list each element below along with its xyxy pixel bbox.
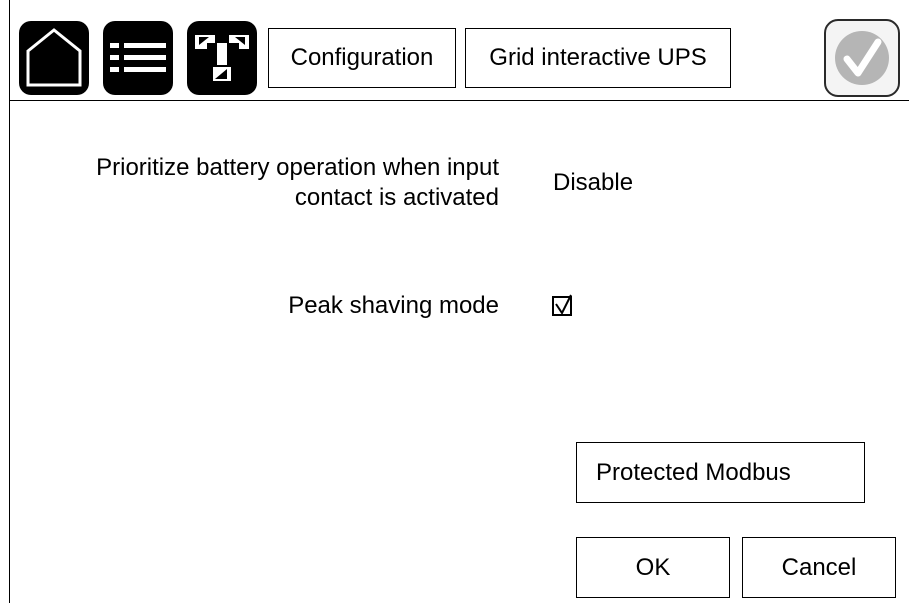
peak-shaving-checkbox[interactable] [552,294,572,316]
header-divider [9,100,909,101]
breadcrumb-grid-interactive-ups[interactable]: Grid interactive UPS [465,28,731,88]
cancel-label: Cancel [781,553,857,581]
breadcrumb-configuration-label: Configuration [290,44,434,71]
protected-modbus-label: Protected Modbus [596,458,791,486]
cancel-button[interactable]: Cancel [742,537,896,598]
prioritize-battery-label-line1: Prioritize battery operation when input [96,154,499,181]
tools-icon [195,35,249,81]
ok-button[interactable]: OK [576,537,730,598]
prioritize-battery-value[interactable]: Disable [553,168,633,198]
checkmark-icon [555,294,572,315]
peak-shaving-label: Peak shaving mode [288,292,499,319]
menu-button[interactable] [103,21,173,95]
status-button[interactable] [824,19,900,97]
tools-button[interactable] [187,21,257,95]
breadcrumb-grid-label: Grid interactive UPS [489,44,707,71]
breadcrumb-configuration[interactable]: Configuration [268,28,456,88]
protected-modbus-button[interactable]: Protected Modbus [576,442,865,503]
frame-border-left [9,0,10,603]
checkmark-status-icon [835,31,889,85]
home-button[interactable] [19,21,89,95]
ok-label: OK [635,553,671,581]
list-menu-icon [110,43,166,72]
home-icon [26,28,82,87]
prioritize-battery-label: Prioritize battery operation when input … [96,153,499,213]
prioritize-battery-label-line2: contact is activated [294,184,499,211]
